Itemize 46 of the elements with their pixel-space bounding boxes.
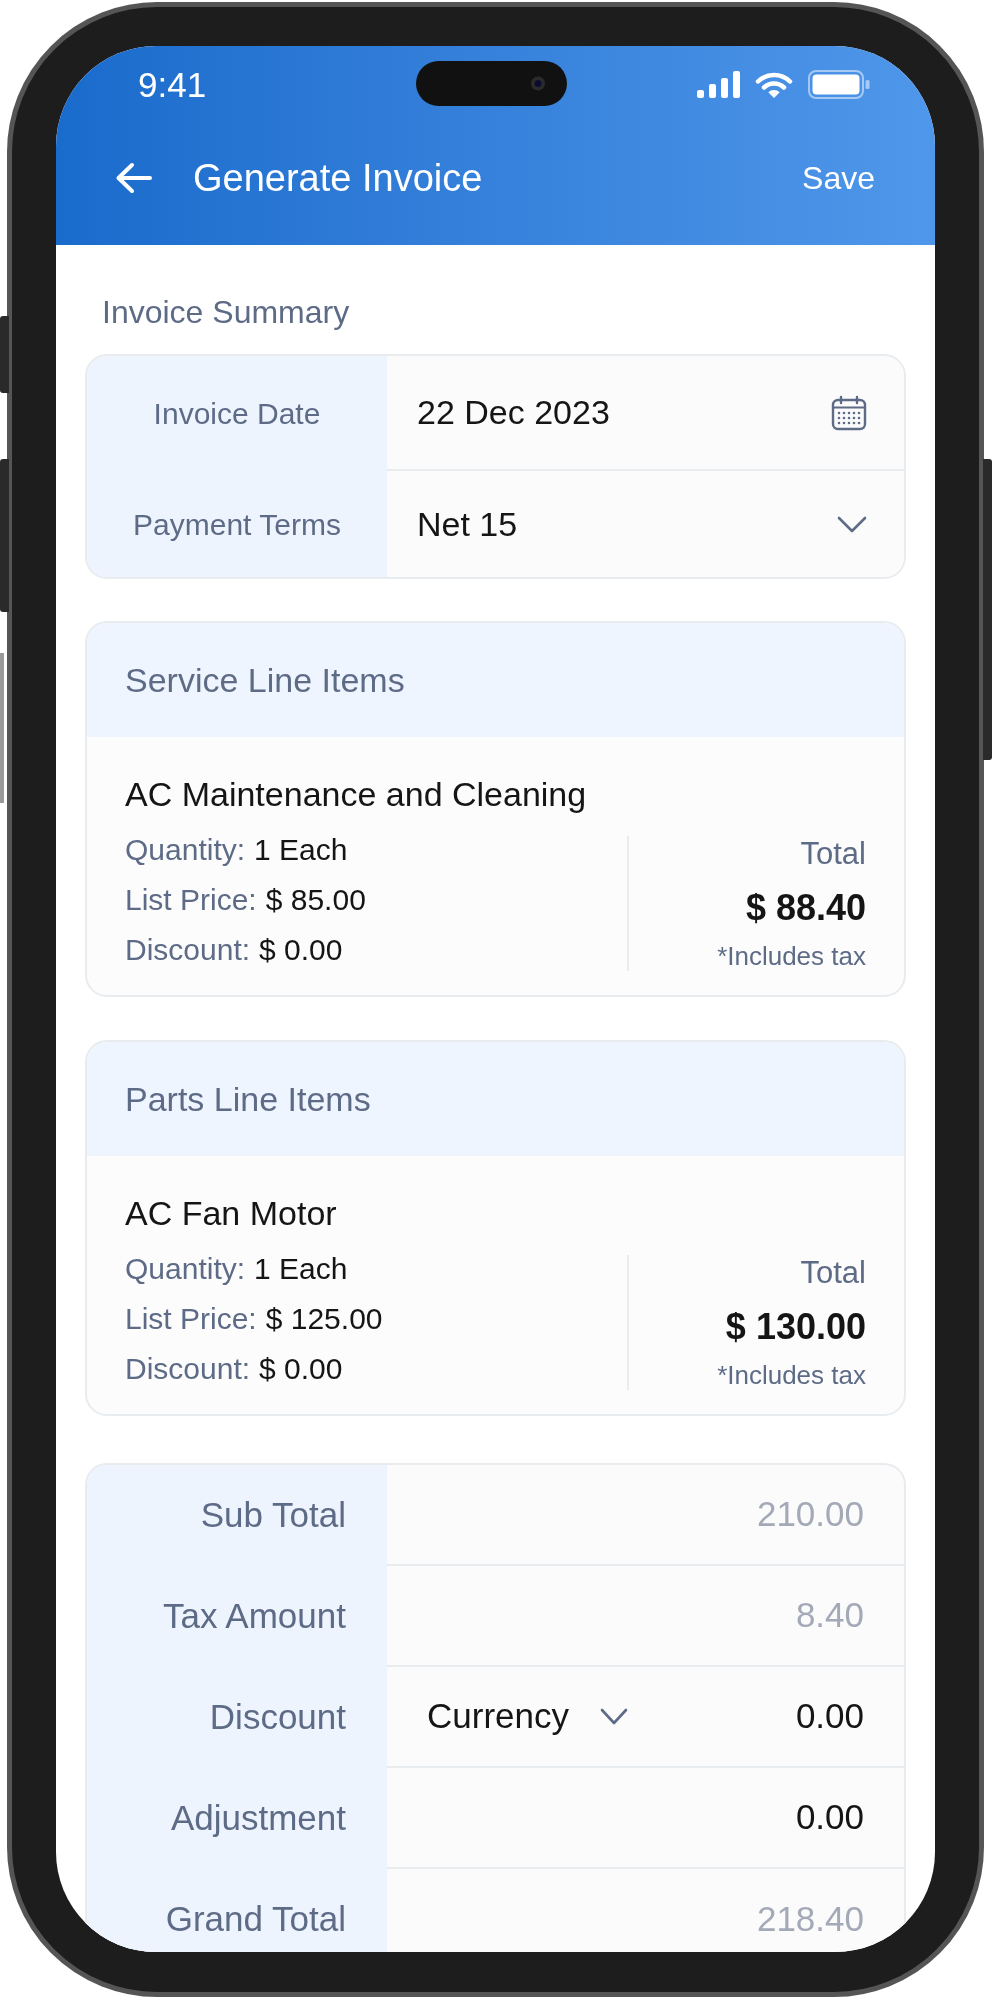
total-row-label: Adjustment: [170, 1797, 346, 1840]
chevron-down-icon: [600, 1708, 628, 1725]
signal-icon: [697, 70, 740, 98]
battery-icon: [808, 69, 870, 99]
tax-note: *Includes tax: [717, 941, 866, 971]
total-label: Total: [800, 836, 866, 872]
section-header: Service Line Items: [87, 623, 904, 737]
detail-label: Quantity:: [125, 1250, 246, 1287]
back-icon[interactable]: [115, 162, 153, 194]
detail-label: Discount:: [125, 931, 251, 968]
detail-label: List Price:: [125, 1300, 257, 1337]
detail-value: 1 Each: [254, 1250, 348, 1287]
amount-value: 210.00: [756, 1493, 864, 1536]
item-total: $ 88.40: [745, 887, 866, 929]
total-row-label: Grand Total: [165, 1898, 346, 1941]
calendar-icon: [831, 394, 867, 431]
detail-value: $ 0.00: [259, 931, 343, 968]
item-name: AC Maintenance and Cleaning: [125, 774, 588, 814]
detail-value: $ 85.00: [265, 881, 366, 918]
total-label: Total: [800, 1255, 866, 1291]
tax-note: *Includes tax: [717, 1360, 866, 1390]
section-header: Parts Line Items: [87, 1042, 904, 1156]
field-label: Payment Terms: [133, 506, 341, 543]
item-name: AC Fan Motor: [125, 1193, 338, 1233]
detail-label: Quantity:: [125, 831, 246, 868]
date-field[interactable]: 22 Dec 2023: [387, 356, 904, 471]
camera-notch-icon: [416, 61, 567, 106]
total-row-label: Sub Total: [200, 1494, 346, 1537]
chevron-down-icon: [837, 515, 867, 533]
currency-dropdown[interactable]: Currency: [427, 1690, 628, 1743]
section-title: Invoice Summary: [102, 293, 351, 331]
detail-label: List Price:: [125, 881, 257, 918]
amount-input[interactable]: 0.00: [664, 1690, 864, 1743]
item-total: $ 130.00: [725, 1306, 866, 1348]
screen-title: Generate Invoice: [193, 155, 483, 201]
detail-label: Discount:: [125, 1350, 251, 1387]
detail-value: $ 125.00: [265, 1300, 383, 1337]
amount-value: 218.40: [756, 1898, 864, 1941]
total-row-label: Tax Amount: [163, 1595, 346, 1638]
detail-value: 1 Each: [254, 831, 348, 868]
status-time: 9:41: [138, 66, 207, 102]
amount-input[interactable]: 0.00: [664, 1791, 864, 1844]
field-label: Invoice Date: [153, 396, 321, 432]
amount-value: 8.40: [795, 1594, 864, 1637]
detail-value: $ 0.00: [259, 1350, 343, 1387]
total-row-label: Discount: [209, 1696, 346, 1739]
